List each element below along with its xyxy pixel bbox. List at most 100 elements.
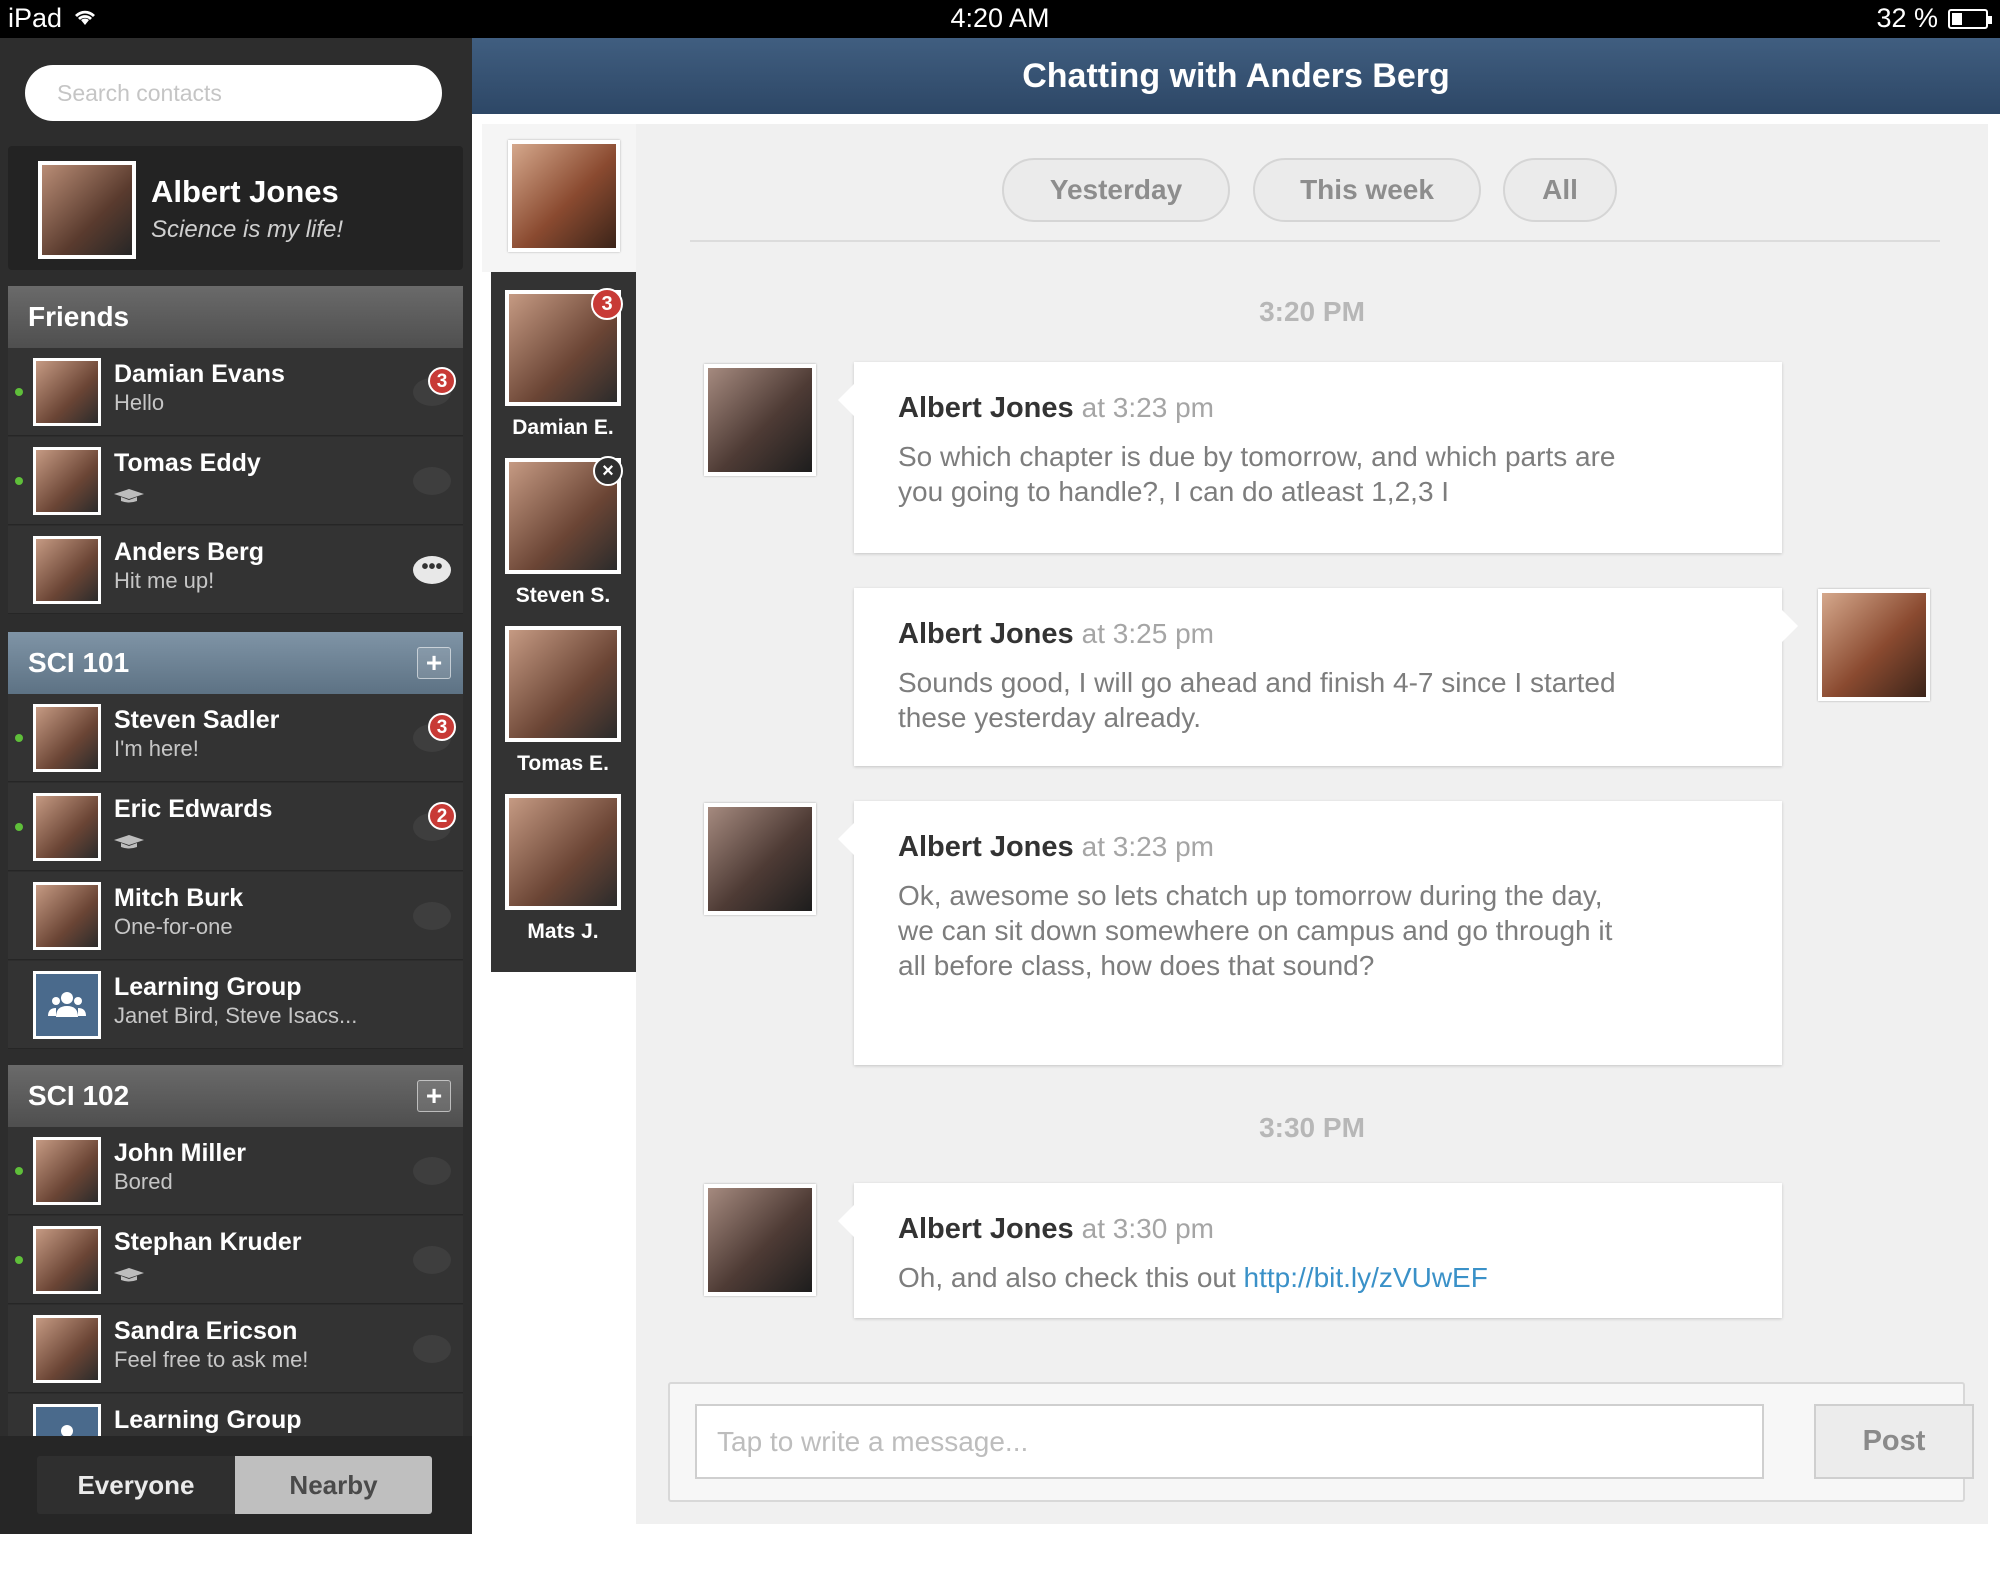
avatar[interactable] [508,140,620,252]
message-card: Albert Jones at 3:23 pm Ok, awesome so le… [838,801,1782,1065]
online-indicator [15,388,23,396]
online-indicator [15,477,23,485]
date-filters: Yesterday This week All [636,158,1988,222]
nearby-tab[interactable]: Nearby [235,1456,432,1514]
avatar: 3 [505,288,623,406]
clock: 4:20 AM [950,3,1050,33]
avatar [505,626,621,742]
contact-status: Bored [114,1169,173,1194]
status-bar: iPad 4:20 AM 32 % [0,0,2000,38]
contact-status: Feel free to ask me! [114,1347,309,1372]
avatar [704,1184,816,1296]
battery-percent: 32 % [1876,3,1938,33]
chat-bubble-icon [413,902,451,930]
timestamp-divider: 3:30 PM [1259,1112,1365,1143]
group-title: Friends [28,301,130,332]
timestamp-divider: 3:20 PM [1259,296,1365,327]
contact-sandra-ericson[interactable]: Sandra Ericson Feel free to ask me! [8,1305,463,1393]
message-author: Albert Jones [898,1213,1074,1245]
contact-status: Hello [114,390,165,415]
avatar: × [505,456,623,574]
participant-label: Mats J. [527,920,599,943]
message-author: Albert Jones [898,392,1074,424]
avatar [33,447,101,515]
group-header-sci101[interactable]: SCI 101 + [8,632,463,694]
group-title: SCI 101 [28,647,130,678]
message-time: at 3:23 pm [1081,831,1214,862]
contact-name: Tomas Eddy [114,449,261,477]
add-button[interactable]: + [417,647,451,679]
message-card: Albert Jones at 3:23 pm So which chapter … [838,362,1782,553]
participant-tomas[interactable]: Tomas E. [505,626,621,776]
participant-steven[interactable]: × Steven S. [505,456,623,608]
participant-label: Steven S. [515,584,611,607]
participant-damian[interactable]: 3 Damian E. [505,288,623,440]
group-header-friends[interactable]: Friends [8,286,463,348]
participant-label: Tomas E. [517,752,609,775]
message-time: at 3:25 pm [1081,618,1214,649]
message-link[interactable]: http://bit.ly/zVUwEF [1244,1262,1488,1293]
message-time: at 3:30 pm [1081,1213,1214,1244]
contact-learning-group[interactable]: Learning Group Janet Bird, Steve Isacs..… [8,961,463,1049]
avatar [38,161,136,259]
chat-bubble-icon [413,467,451,495]
contacts-sidebar: Albert Jones Science is my life! Friends… [0,38,472,1534]
unread-badge: 3 [428,367,456,395]
close-icon[interactable]: × [593,456,623,486]
online-indicator [15,823,23,831]
filter-this-week[interactable]: This week [1253,158,1481,222]
profile-name: Albert Jones [151,174,339,209]
avatar [33,1226,101,1294]
contact-status: Janet Bird, Steve Isacs... [114,1003,358,1028]
everyone-tab[interactable]: Everyone [37,1456,235,1514]
contact-name: Sandra Ericson [114,1317,298,1345]
unread-badge: 3 [428,713,456,741]
participant-mats[interactable]: Mats J. [505,794,621,944]
contact-damian-evans[interactable]: Damian Evans Hello 3 [8,348,463,436]
add-button[interactable]: + [417,1080,451,1112]
avatar [33,704,101,772]
graduation-cap-icon [114,483,144,503]
avatar [33,358,101,426]
filter-footer: Everyone Nearby [0,1436,472,1534]
avatar [704,803,816,915]
contact-status: I'm here! [114,736,199,761]
search-input[interactable] [25,65,442,121]
post-button[interactable]: Post [1814,1404,1974,1479]
contact-status: One-for-one [114,914,233,939]
contact-name: Steven Sadler [114,706,280,734]
avatar [1818,589,1930,701]
contact-tomas-eddy[interactable]: Tomas Eddy [8,437,463,525]
chat-title: Chatting with Anders Berg [472,38,2000,114]
chat-bubble-icon [413,1157,451,1185]
contact-name: Damian Evans [114,360,285,388]
avatar [33,882,101,950]
contact-eric-edwards[interactable]: Eric Edwards 2 [8,783,463,871]
message-text: Sounds good, I will go ahead and finish … [898,667,1616,733]
avatar [33,536,101,604]
user-profile[interactable]: Albert Jones Science is my life! [8,146,463,270]
group-header-sci102[interactable]: SCI 102 + [8,1065,463,1127]
chat-bubble-icon: ••• [413,556,451,584]
contact-steven-sadler[interactable]: Steven Sadler I'm here! 3 [8,694,463,782]
contact-name: Learning Group [114,973,302,1001]
contact-anders-berg[interactable]: Anders Berg Hit me up! ••• [8,526,463,614]
profile-status: Science is my life! [151,216,344,243]
contact-mitch-burk[interactable]: Mitch Burk One-for-one [8,872,463,960]
online-indicator [15,1167,23,1175]
contact-name: Mitch Burk [114,884,244,912]
online-indicator [15,1256,23,1264]
message-input[interactable] [695,1404,1764,1479]
chat-bubble-icon [413,1335,451,1363]
unread-badge: 2 [428,802,456,830]
avatar [33,793,101,861]
contact-stephan-kruder[interactable]: Stephan Kruder [8,1216,463,1304]
filter-all[interactable]: All [1503,158,1617,222]
contact-name: Anders Berg [114,538,265,566]
contact-name: Learning Group [114,1406,302,1434]
message-card: Albert Jones at 3:25 pm Sounds good, I wi… [854,588,1798,766]
participants-strip: 3 Damian E. × Steven S. Tomas E. Mats J. [491,272,636,972]
filter-yesterday[interactable]: Yesterday [1002,158,1230,222]
message-text: Ok, awesome so lets chatch up tomorrow d… [898,880,1613,981]
contact-john-miller[interactable]: John Miller Bored [8,1127,463,1215]
